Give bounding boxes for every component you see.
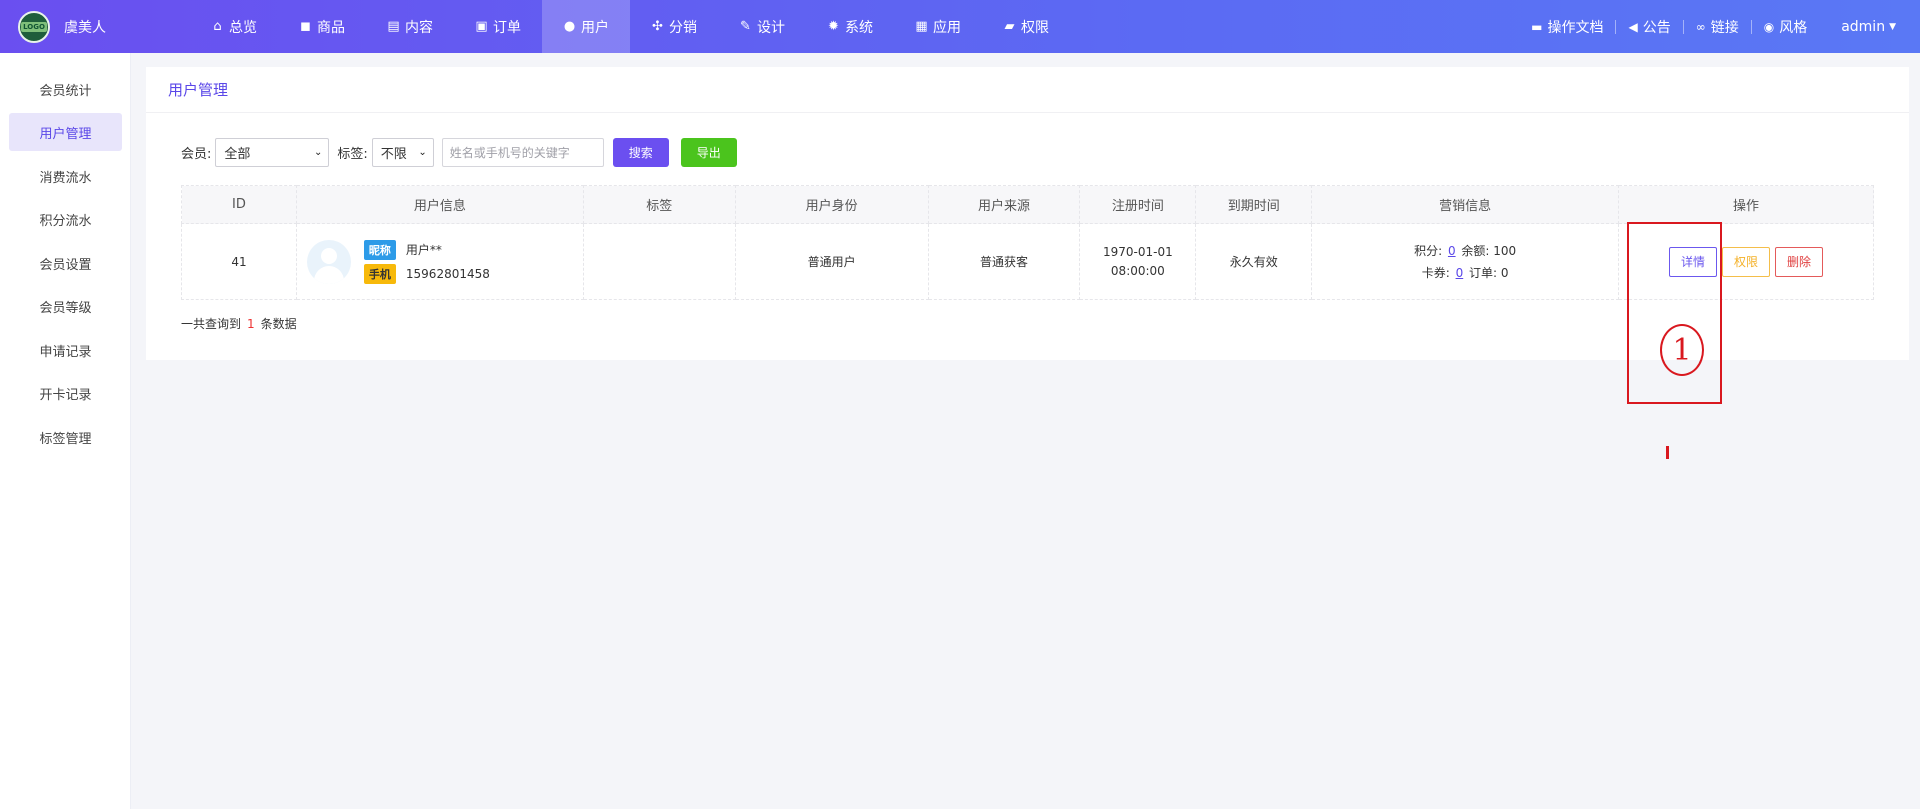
sidebar-item-tag-management[interactable]: 标签管理 — [9, 418, 122, 456]
nav-item-system[interactable]: ✹ 系统 — [806, 0, 894, 53]
sidebar-item-card-records[interactable]: 开卡记录 — [9, 374, 122, 412]
nav-item-users[interactable]: ● 用户 — [542, 0, 630, 53]
clipboard-icon: ▣ — [475, 19, 488, 34]
orders-value: 0 — [1500, 265, 1509, 280]
sidebar: 会员统计 用户管理 消费流水 积分流水 会员设置 会员等级 申请记录 开卡记录 … — [0, 53, 131, 809]
style-link[interactable]: ◉ 风格 — [1752, 17, 1819, 37]
user-icon: ● — [563, 19, 576, 34]
nav-item-design[interactable]: ✎ 设计 — [718, 0, 806, 53]
coupons-link[interactable]: 0 — [1456, 266, 1464, 280]
export-button[interactable]: 导出 — [680, 137, 737, 167]
chevron-down-icon: ⌄ — [418, 146, 427, 158]
phone-badge: 手机 — [363, 263, 396, 284]
annotation-mark — [1666, 446, 1669, 459]
search-button[interactable]: 搜索 — [612, 137, 669, 167]
notice-link[interactable]: ◀ 公告 — [1616, 17, 1682, 37]
header-right-menu: ▬ 操作文档 ◀ 公告 ∞ 链接 ◉ 风格 admin ▼ — [1519, 0, 1920, 53]
page-title: 用户管理 — [146, 67, 1909, 113]
balance-value: 100 — [1493, 243, 1517, 258]
nickname-value: 用户** — [405, 243, 442, 257]
member-select[interactable]: 全部 ⌄ — [215, 137, 330, 167]
sidebar-item-user-management[interactable]: 用户管理 — [9, 113, 122, 151]
table-header-row: ID 用户信息 标签 用户身份 用户来源 注册时间 到期时间 营销信息 操作 — [181, 185, 1874, 224]
megaphone-icon: ◀ — [1628, 19, 1638, 34]
folder-icon: ▬ — [1531, 19, 1543, 34]
main-nav: ⌂ 总览 ◼ 商品 ▤ 内容 ▣ 订单 ● 用户 ✣ 分销 ✎ 设计 ✹ 系统 ▦ 应用 ▰ 权限 — [190, 0, 1070, 53]
cell-marketing: 积分: 0 余额: 100 卡券: 0 订单: 0 — [1311, 223, 1620, 300]
sidebar-item-member-settings[interactable]: 会员设置 — [9, 244, 122, 282]
caret-down-icon: ▼ — [1889, 21, 1896, 32]
sidebar-item-consumption-flow[interactable]: 消费流水 — [9, 157, 122, 195]
result-summary: 一共查询到 1 条数据 — [181, 317, 297, 331]
nav-item-permissions[interactable]: ▰ 权限 — [982, 0, 1070, 53]
nav-item-apps[interactable]: ▦ 应用 — [894, 0, 982, 53]
col-marketing: 营销信息 — [1311, 185, 1620, 224]
points-link[interactable]: 0 — [1448, 244, 1456, 258]
col-actions: 操作 — [1618, 185, 1874, 224]
cell-id: 41 — [181, 223, 297, 300]
cell-source: 普通获客 — [927, 223, 1081, 300]
brand-logo: LOGO — [18, 10, 50, 43]
cell-tags — [582, 223, 736, 300]
link-icon: ∞ — [1695, 19, 1706, 34]
grid-icon: ▦ — [915, 19, 928, 34]
nickname-badge: 昵称 — [363, 239, 396, 260]
permission-button[interactable]: 权限 — [1722, 246, 1771, 277]
reg-date: 1970-01-01 — [1103, 244, 1173, 259]
nav-item-orders[interactable]: ▣ 订单 — [454, 0, 542, 53]
user-table: ID 用户信息 标签 用户身份 用户来源 注册时间 到期时间 营销信息 操作 4… — [181, 185, 1874, 300]
brand[interactable]: LOGO 虞美人 — [0, 0, 190, 53]
home-icon: ⌂ — [213, 19, 222, 34]
col-reg-time: 注册时间 — [1079, 185, 1197, 224]
col-user-info: 用户信息 — [295, 185, 584, 224]
bag-icon: ◼ — [300, 19, 311, 34]
sidebar-item-member-levels[interactable]: 会员等级 — [9, 287, 122, 325]
links-link[interactable]: ∞ 链接 — [1684, 17, 1751, 37]
sidebar-item-applications[interactable]: 申请记录 — [9, 331, 122, 369]
keyword-input[interactable]: 姓名或手机号的关键字 — [441, 137, 604, 167]
cell-reg-time: 1970-01-01 08:00:00 — [1079, 223, 1197, 300]
nav-item-overview[interactable]: ⌂ 总览 — [190, 0, 278, 53]
annotation-step-number: 1 — [1660, 324, 1704, 376]
col-source: 用户来源 — [927, 185, 1081, 224]
gear-icon: ✹ — [828, 19, 839, 34]
docs-link[interactable]: ▬ 操作文档 — [1519, 17, 1615, 37]
cell-identity: 普通用户 — [734, 223, 929, 300]
document-icon: ▤ — [387, 19, 400, 34]
tag-select[interactable]: 不限 ⌄ — [371, 137, 434, 167]
phone-value: 15962801458 — [405, 266, 490, 281]
sidebar-item-member-stats[interactable]: 会员统计 — [9, 70, 122, 108]
delete-button[interactable]: 删除 — [1775, 246, 1824, 277]
result-count: 1 — [247, 317, 255, 331]
cell-user-info: 昵称 用户** 手机 15962801458 — [295, 223, 584, 300]
col-identity: 用户身份 — [734, 185, 929, 224]
palette-icon: ◉ — [1763, 19, 1775, 34]
lock-icon: ▰ — [1004, 19, 1015, 34]
annotation-highlight-box — [1627, 222, 1722, 404]
nav-item-content[interactable]: ▤ 内容 — [366, 0, 454, 53]
tag-filter-label: 标签: — [337, 146, 368, 162]
chevron-down-icon: ⌄ — [314, 146, 323, 158]
sidebar-item-points-flow[interactable]: 积分流水 — [9, 200, 122, 238]
nav-item-distribution[interactable]: ✣ 分销 — [630, 0, 718, 53]
share-icon: ✣ — [652, 19, 663, 34]
cell-expire: 永久有效 — [1195, 223, 1313, 300]
nav-item-goods[interactable]: ◼ 商品 — [278, 0, 366, 53]
avatar — [306, 239, 351, 284]
table-row: 41 昵称 用户** 手机 15962801458 普通用户 普通获客 1970… — [181, 223, 1874, 300]
top-nav-bar: LOGO 虞美人 ⌂ 总览 ◼ 商品 ▤ 内容 ▣ 订单 ● 用户 ✣ 分销 ✎ 设计 ✹ 系统… — [0, 0, 1920, 53]
col-id: ID — [181, 185, 297, 224]
user-menu[interactable]: admin ▼ — [1841, 19, 1896, 35]
member-filter-label: 会员: — [181, 146, 212, 162]
brand-name: 虞美人 — [64, 19, 106, 36]
col-expire-time: 到期时间 — [1195, 185, 1313, 224]
col-tags: 标签 — [582, 185, 736, 224]
brush-icon: ✎ — [740, 19, 751, 34]
reg-time: 08:00:00 — [1110, 263, 1165, 278]
filter-bar: 会员: 全部 ⌄ 标签: 不限 ⌄ 姓名或手机号的关键字 搜索 导出 — [181, 137, 737, 167]
